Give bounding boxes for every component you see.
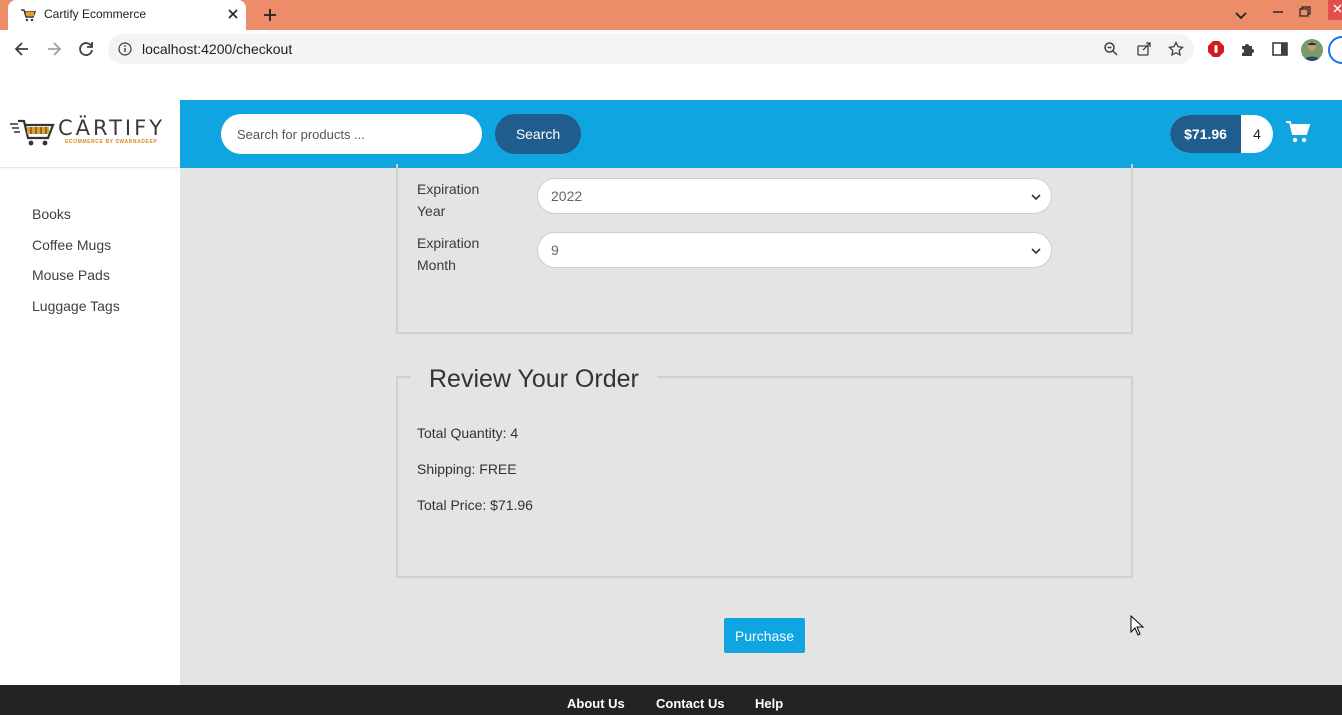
review-total-price: Total Price: $71.96 [417,497,533,513]
mouse-cursor-icon [1130,615,1144,636]
search-button[interactable]: Search [495,114,581,154]
profile-icon [1304,42,1320,61]
profile-button[interactable] [1328,36,1342,64]
expiration-year-select[interactable]: 2022 [537,178,1052,214]
close-icon [1333,4,1342,13]
checkout-content: Expiration Year 2022 Expiration Month 9 … [180,164,1342,685]
site-footer: About Us Contact Us Help [0,685,1342,715]
browser-tab-strip: Cartify Ecommerce [0,0,1342,30]
adblock-icon[interactable] [1207,40,1225,58]
expiration-month-label: Expiration Month [417,235,480,273]
review-order-panel [396,376,1133,578]
logo[interactable]: CÄRTIFY ECOMMERCE BY SWARNADEEP [0,100,180,168]
chevron-down-icon [1031,194,1041,201]
page-top-gap [0,68,1342,100]
info-icon[interactable] [118,42,132,56]
browser-toolbar: localhost:4200/checkout [0,30,1342,68]
sidebar-item-mouse-pads[interactable]: Mouse Pads [32,267,120,298]
tab-title: Cartify Ecommerce [44,7,147,21]
side-panel-icon[interactable] [1271,40,1289,58]
shopping-cart-icon[interactable] [1285,120,1311,144]
window-close-button[interactable] [1328,0,1342,20]
url-text: localhost:4200/checkout [142,41,293,57]
footer-link-help[interactable]: Help [755,696,783,711]
cart-total: $71.96 [1170,115,1241,153]
star-icon[interactable] [1168,41,1184,57]
sidebar-item-books[interactable]: Books [32,206,120,237]
chevron-down-icon[interactable] [1231,5,1251,25]
expiration-month-select[interactable]: 9 [537,232,1052,268]
back-icon[interactable] [12,39,32,59]
review-shipping: Shipping: FREE [417,461,517,477]
chevron-down-icon [1031,248,1041,255]
footer-link-contact-us[interactable]: Contact Us [656,696,725,711]
purchase-button[interactable]: Purchase [724,618,805,653]
expiration-month-value: 9 [551,242,559,258]
cart-status[interactable]: $71.96 4 [1170,115,1273,153]
shopping-cart-icon [10,119,55,146]
forward-icon[interactable] [44,39,64,59]
cart-quantity: 4 [1253,126,1261,142]
close-icon[interactable] [224,5,242,23]
reload-icon[interactable] [76,39,96,59]
address-bar[interactable]: localhost:4200/checkout [108,34,1194,64]
puzzle-icon[interactable] [1239,40,1257,58]
logo-tagline: ECOMMERCE BY SWARNADEEP [65,139,158,145]
category-menu: Books Coffee Mugs Mouse Pads Luggage Tag… [32,206,120,328]
expiration-year-value: 2022 [551,188,583,204]
expiration-year-label: Expiration Year [417,181,480,219]
review-total-quantity: Total Quantity: 4 [417,425,519,441]
minimize-icon[interactable] [1268,2,1288,22]
site-header: Search $71.96 4 [180,100,1342,168]
plus-icon[interactable] [260,5,280,25]
restore-icon[interactable] [1294,2,1314,22]
share-icon[interactable] [1136,41,1152,57]
sidebar-item-coffee-mugs[interactable]: Coffee Mugs [32,237,120,268]
zoom-icon[interactable] [1103,41,1119,57]
sidebar-item-luggage-tags[interactable]: Luggage Tags [32,298,120,329]
sidebar: CÄRTIFY ECOMMERCE BY SWARNADEEP Books Co… [0,100,180,685]
cart-favicon-icon [21,9,36,22]
avatar[interactable] [1301,39,1323,61]
logo-wordmark: CÄRTIFY [58,116,166,140]
search-input[interactable] [221,114,482,154]
review-order-title: Review Your Order [411,362,657,396]
browser-tab[interactable]: Cartify Ecommerce [8,0,246,30]
footer-link-about-us[interactable]: About Us [567,696,625,711]
